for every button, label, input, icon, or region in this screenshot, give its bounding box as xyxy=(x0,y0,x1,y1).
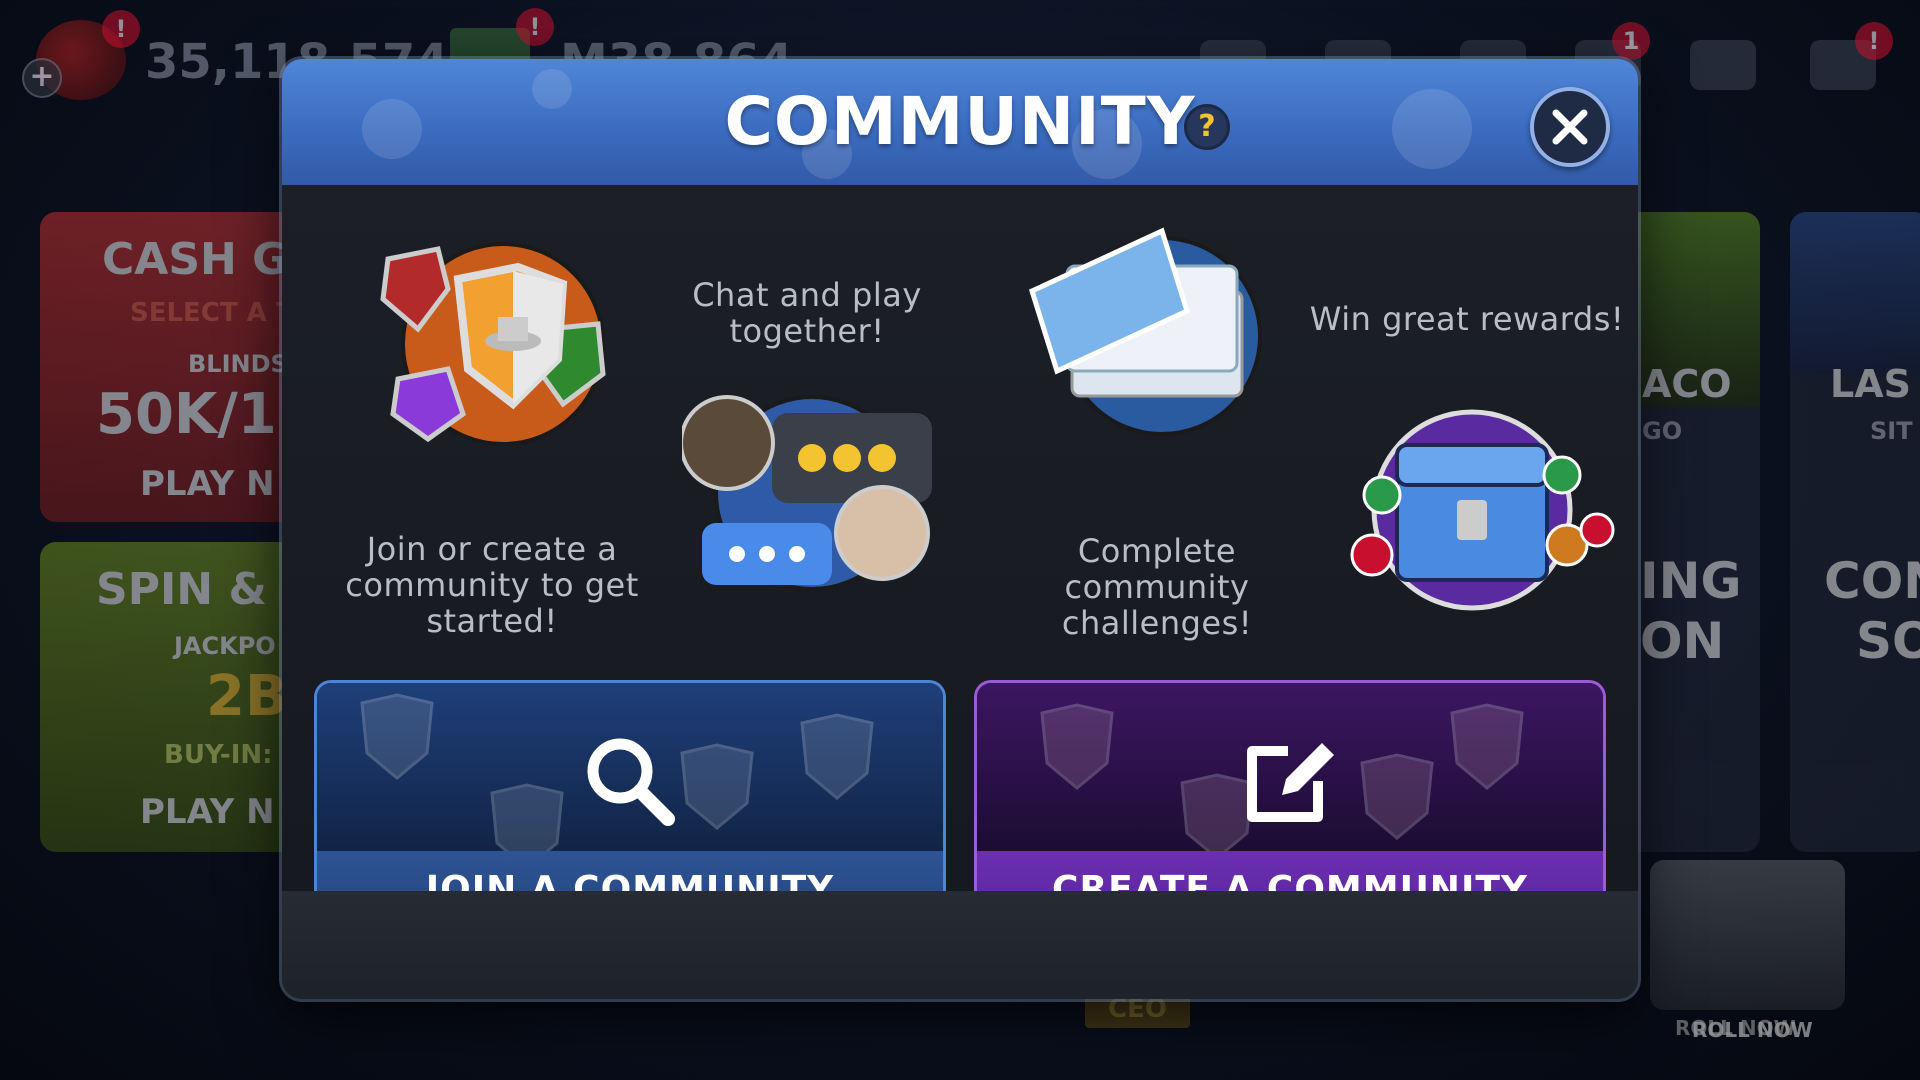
spin-title: SPIN & xyxy=(96,564,267,615)
edit-icon xyxy=(1247,743,1334,822)
dialog-header: COMMUNITY ? xyxy=(282,59,1638,185)
friends-icon[interactable] xyxy=(1690,40,1756,90)
timer-badge: 1 xyxy=(1612,22,1650,60)
monaco-line-2: ON xyxy=(1640,612,1725,670)
add-chips-button[interactable]: + xyxy=(22,58,62,98)
cash-game-title: CASH G xyxy=(102,234,289,285)
chat-illustration-icon xyxy=(682,395,932,591)
chips-alert-badge: ! xyxy=(102,10,140,48)
community-dialog: COMMUNITY ? Join or create a community t… xyxy=(282,59,1638,999)
roll-now-board[interactable]: ROLL NOW xyxy=(1650,860,1845,1042)
feature-rewards-text: Win great rewards! xyxy=(1309,300,1625,338)
monaco-title: ACO xyxy=(1642,362,1732,406)
las-vegas-line-2: SO xyxy=(1856,612,1920,670)
monaco-subtitle: GO xyxy=(1642,417,1683,445)
monaco-line-1: ING xyxy=(1640,552,1742,610)
blinds-value: 50K/1 xyxy=(96,382,277,447)
las-vegas-subtitle: SIT xyxy=(1870,417,1913,445)
las-vegas-line-1: CON xyxy=(1824,552,1920,610)
feature-chat-text: Chat and play together! xyxy=(692,276,922,350)
cash-alert-badge: ! xyxy=(516,8,554,46)
spin-play-now: PLAY N xyxy=(140,792,275,832)
las-vegas-card[interactable]: LAS V SIT CON SO xyxy=(1790,212,1920,852)
community-shields-icon xyxy=(380,242,606,446)
feature-join-text: Join or create a community to get starte… xyxy=(345,530,639,640)
search-icon xyxy=(587,738,675,826)
dialog-footer xyxy=(282,891,1638,999)
close-button[interactable] xyxy=(1530,87,1610,167)
cash-game-subtitle: SELECT A T xyxy=(130,298,294,328)
blinds-label: BLINDS xyxy=(188,350,288,378)
dialog-title: COMMUNITY xyxy=(724,83,1196,160)
las-vegas-title: LAS V xyxy=(1830,362,1920,406)
close-icon xyxy=(1552,109,1588,145)
jackpot-value: 2B xyxy=(206,664,288,729)
buyin-label: BUY-IN: xyxy=(164,740,273,770)
menu-badge: ! xyxy=(1855,22,1893,60)
jackpot-label: JACKPO xyxy=(174,632,276,660)
help-icon[interactable]: ? xyxy=(1184,104,1230,150)
cash-play-now: PLAY N xyxy=(140,464,275,504)
challenges-cards-icon xyxy=(1028,227,1262,436)
dialog-body: Join or create a community to get starte… xyxy=(282,185,1638,928)
reward-chest-icon xyxy=(1350,409,1615,611)
feature-challenges-text: Complete community challenges! xyxy=(1061,532,1253,642)
roll-now-text: ROLL NOW xyxy=(1675,1016,1796,1040)
